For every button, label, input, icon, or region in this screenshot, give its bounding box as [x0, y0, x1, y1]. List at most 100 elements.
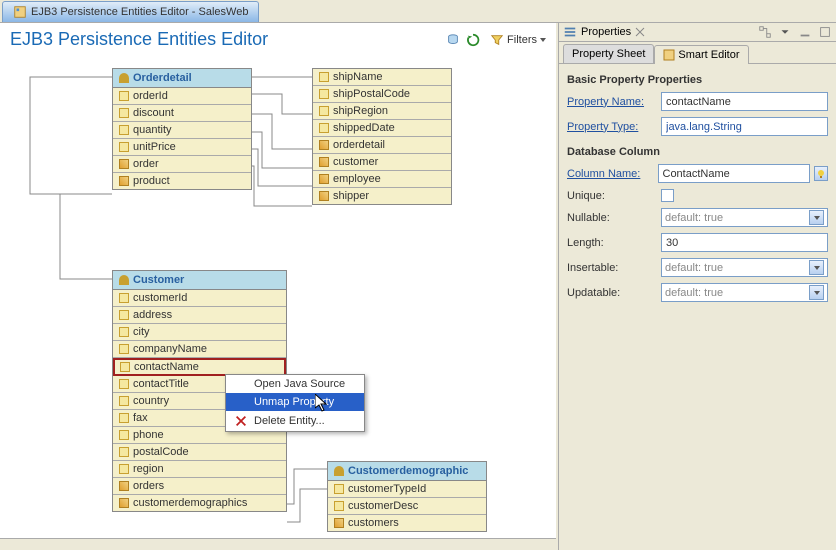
- field-icon: [119, 142, 129, 152]
- label-property-name[interactable]: Property Name:: [567, 96, 657, 108]
- entity-icon: [334, 466, 344, 476]
- label-nullable: Nullable:: [567, 212, 657, 224]
- field-icon: [120, 362, 130, 372]
- section-db-column: Database Column: [567, 146, 828, 158]
- select-nullable[interactable]: default: true: [661, 208, 828, 227]
- ctx-unmap-property[interactable]: Unmap Property: [226, 393, 364, 411]
- close-x-icon[interactable]: [635, 27, 645, 37]
- entity-row[interactable]: customers: [328, 515, 486, 531]
- entity-row[interactable]: product: [113, 173, 251, 189]
- entity-row[interactable]: orderId: [113, 88, 251, 105]
- entity-row[interactable]: order: [113, 156, 251, 173]
- entity-orderdetail[interactable]: Orderdetail orderId discount quantity un…: [112, 68, 252, 190]
- field-icon: [119, 310, 129, 320]
- entity-row[interactable]: customerdemographics: [113, 495, 286, 511]
- field-icon: [119, 430, 129, 440]
- entity-row[interactable]: customer: [313, 154, 451, 171]
- label-property-type[interactable]: Property Type:: [567, 121, 657, 133]
- input-property-name[interactable]: [661, 92, 828, 111]
- tree-icon[interactable]: [758, 25, 772, 39]
- relation-icon: [119, 176, 129, 186]
- label-length: Length:: [567, 237, 657, 249]
- lightbulb-icon: [816, 169, 826, 179]
- label-column-name[interactable]: Column Name:: [567, 168, 654, 180]
- chevron-down-icon: [809, 210, 824, 225]
- checkbox-unique[interactable]: [661, 189, 674, 202]
- properties-pane: Properties Property Sheet Smart Editor B…: [558, 23, 836, 550]
- entity-row[interactable]: shipper: [313, 188, 451, 204]
- diagram-canvas[interactable]: Orderdetail orderId discount quantity un…: [0, 54, 556, 538]
- editor-pane: EJB3 Persistence Entities Editor Filters: [0, 23, 558, 550]
- field-icon: [119, 413, 129, 423]
- field-icon: [119, 108, 129, 118]
- entity-row[interactable]: orderdetail: [313, 137, 451, 154]
- entity-row[interactable]: orders: [113, 478, 286, 495]
- database-icon[interactable]: [446, 33, 460, 47]
- editor-title: EJB3 Persistence Entities Editor: [10, 29, 446, 50]
- tab-smart-editor[interactable]: Smart Editor: [654, 45, 748, 64]
- entity-row[interactable]: region: [113, 461, 286, 478]
- field-icon: [119, 327, 129, 337]
- label-unique: Unique:: [567, 190, 657, 202]
- relation-icon: [334, 518, 344, 528]
- entity-row[interactable]: employee: [313, 171, 451, 188]
- relation-icon: [119, 481, 129, 491]
- refresh-icon[interactable]: [466, 33, 480, 47]
- input-length[interactable]: [661, 233, 828, 252]
- tab-property-sheet[interactable]: Property Sheet: [563, 44, 654, 63]
- field-icon: [319, 89, 329, 99]
- delete-icon: [234, 414, 248, 428]
- properties-icon: [563, 25, 577, 39]
- input-property-type[interactable]: [661, 117, 828, 136]
- field-icon: [119, 125, 129, 135]
- entity-row[interactable]: customerId: [113, 290, 286, 307]
- minimize-icon[interactable]: [798, 25, 812, 39]
- column-picker-button[interactable]: [814, 166, 829, 181]
- editor-tab[interactable]: EJB3 Persistence Entities Editor - Sales…: [2, 1, 259, 22]
- maximize-icon[interactable]: [818, 25, 832, 39]
- relation-icon: [319, 174, 329, 184]
- editor-tab-icon: [13, 5, 27, 19]
- field-icon: [319, 123, 329, 133]
- ctx-delete-entity[interactable]: Delete Entity...: [226, 411, 364, 431]
- entity-row[interactable]: city: [113, 324, 286, 341]
- entity-row[interactable]: companyName: [113, 341, 286, 358]
- entity-row[interactable]: discount: [113, 105, 251, 122]
- editor-tab-title: EJB3 Persistence Entities Editor - Sales…: [31, 6, 248, 18]
- entity-relations[interactable]: shipName shipPostalCode shipRegion shipp…: [312, 68, 452, 205]
- section-basic: Basic Property Properties: [567, 74, 828, 86]
- entity-row[interactable]: quantity: [113, 122, 251, 139]
- field-icon: [119, 293, 129, 303]
- filters-button[interactable]: Filters: [490, 33, 546, 47]
- context-menu: Open Java Source Unmap Property Delete E…: [225, 374, 365, 432]
- entity-row[interactable]: customerTypeId: [328, 481, 486, 498]
- relation-icon: [319, 157, 329, 167]
- ctx-open-java-source[interactable]: Open Java Source: [226, 375, 364, 393]
- entity-row[interactable]: shipPostalCode: [313, 86, 451, 103]
- relation-icon: [319, 191, 329, 201]
- entity-row[interactable]: shippedDate: [313, 120, 451, 137]
- properties-title: Properties: [563, 25, 758, 39]
- filter-icon: [490, 33, 504, 47]
- input-column-name[interactable]: [658, 164, 810, 183]
- field-icon: [119, 396, 129, 406]
- field-icon: [334, 501, 344, 511]
- field-icon: [119, 91, 129, 101]
- field-icon: [119, 447, 129, 457]
- select-insertable[interactable]: default: true: [661, 258, 828, 277]
- entity-row[interactable]: shipName: [313, 69, 451, 86]
- entity-row[interactable]: address: [113, 307, 286, 324]
- select-updatable[interactable]: default: true: [661, 283, 828, 302]
- field-icon: [334, 484, 344, 494]
- entity-row[interactable]: customerDesc: [328, 498, 486, 515]
- entity-row[interactable]: postalCode: [113, 444, 286, 461]
- field-icon: [319, 106, 329, 116]
- chevron-down-icon: [809, 285, 824, 300]
- relation-icon: [119, 159, 129, 169]
- entity-row[interactable]: shipRegion: [313, 103, 451, 120]
- menu-icon[interactable]: [778, 25, 792, 39]
- entity-row[interactable]: unitPrice: [113, 139, 251, 156]
- entity-customerdemographic[interactable]: Customerdemographic customerTypeId custo…: [327, 461, 487, 532]
- label-insertable: Insertable:: [567, 262, 657, 274]
- field-icon: [319, 72, 329, 82]
